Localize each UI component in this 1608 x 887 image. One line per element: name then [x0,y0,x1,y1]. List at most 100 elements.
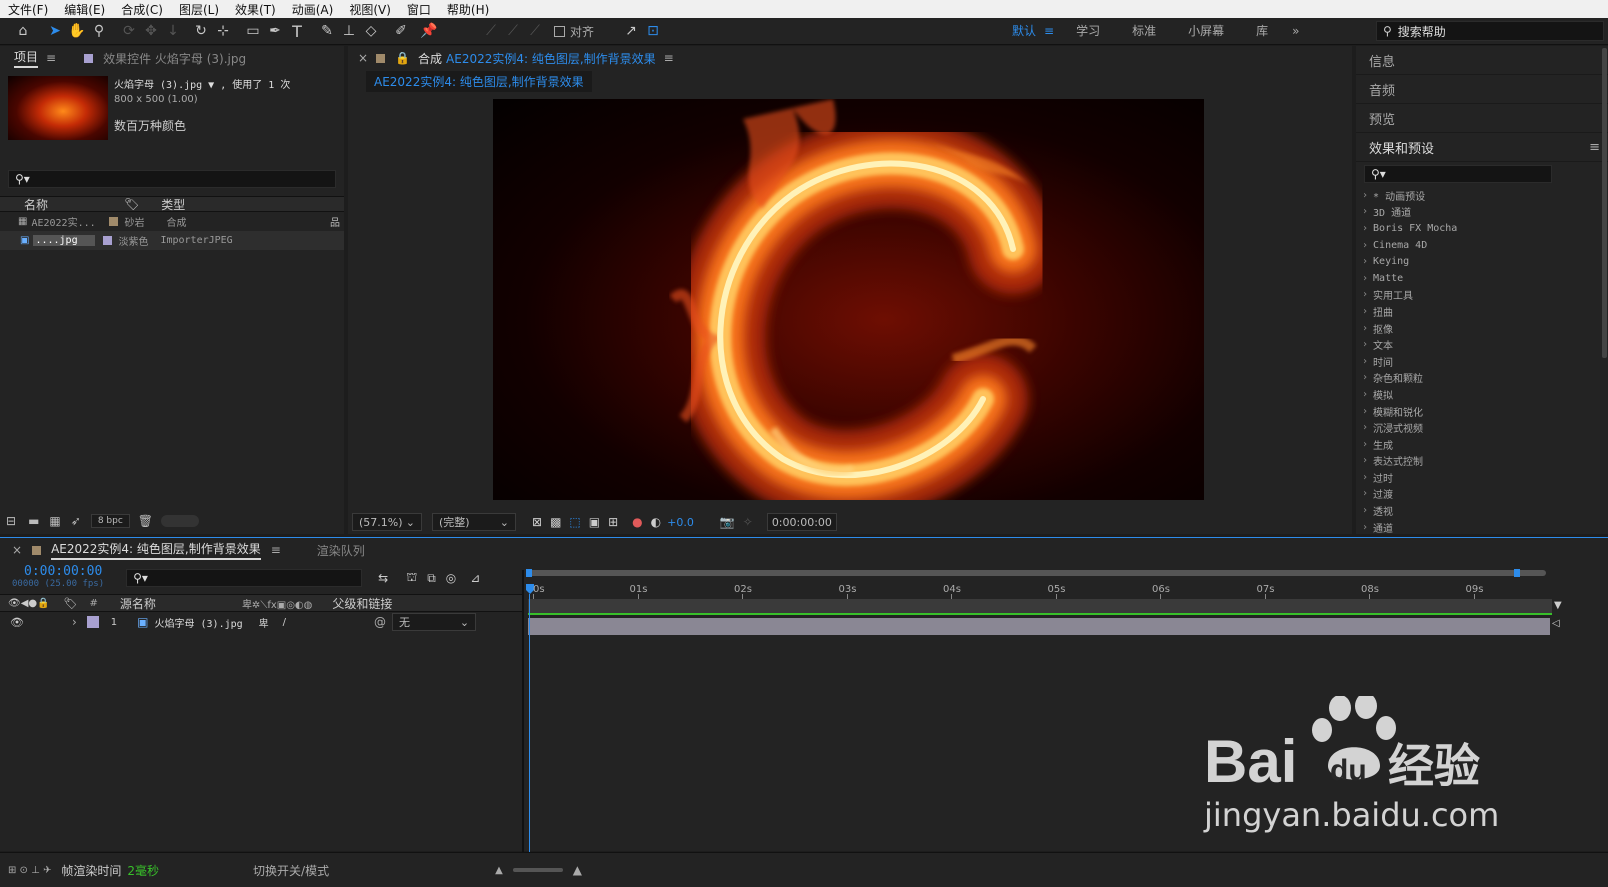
panel-menu-icon[interactable]: ≡ [664,51,674,65]
effect-category-item[interactable]: › 透视 [1356,502,1608,519]
breadcrumb[interactable]: AE2022实例4: 纯色图层,制作背景效果 [366,70,592,92]
menu-effect[interactable]: 效果(T) [235,1,276,18]
audio-panel-tab[interactable]: 音频 [1356,75,1608,104]
effect-category-item[interactable]: › 通道 [1356,519,1608,536]
rotation-tool-icon[interactable]: ↻ [190,20,212,42]
graph-editor-icon[interactable]: ⊿ [470,571,480,585]
pen-tool-icon[interactable]: ✒ [264,20,286,42]
menu-window[interactable]: 窗口 [407,1,431,18]
layer-label-swatch[interactable] [86,616,99,628]
layer-duration-bar[interactable] [528,618,1550,635]
zoom-tool-icon[interactable]: ⚲ [88,20,110,42]
exposure-value[interactable]: +0.0 [667,516,694,529]
column-type[interactable]: 类型 [161,196,185,213]
lock-icon[interactable]: 🔒 [395,51,410,65]
workspace-default[interactable]: 默认 [1012,22,1036,39]
workspace-learn[interactable]: 学习 [1076,22,1100,39]
axis-world-icon[interactable]: ⟋ [502,20,524,42]
effect-category-item[interactable]: › 模拟 [1356,386,1608,403]
effect-category-item[interactable]: › 时间 [1356,353,1608,370]
effects-search[interactable]: ⚲▾ [1364,165,1552,183]
shy-layers-icon[interactable]: ⧉ [427,571,436,586]
timeline-search[interactable]: ⚲▾ [126,569,363,587]
snap-options-icon[interactable]: ↗ [620,20,642,42]
workspace-menu-icon[interactable]: ≡ [1044,24,1054,38]
flowchart-icon[interactable]: 品 [330,214,340,229]
grid-guides-icon[interactable]: ⊞ [608,515,618,529]
clone-stamp-tool-icon[interactable]: ⊥ [338,20,360,42]
transparency-grid-icon[interactable]: ▩ [550,515,561,529]
navigator-end-handle[interactable] [1514,569,1520,577]
preview-panel-tab[interactable]: 预览 [1356,104,1608,133]
menu-edit[interactable]: 编辑(E) [64,1,105,18]
anchor-point-tool-icon[interactable]: ⊹ [212,20,234,42]
snap-checkbox[interactable] [554,25,565,37]
effect-category-item[interactable]: › 表达式控制 [1356,453,1608,470]
draft-3d-icon[interactable]: ⛫ [406,570,417,586]
panel-menu-icon[interactable]: ≡ [271,543,281,557]
zoom-dropdown[interactable]: (57.1%) ⌄ [352,513,422,531]
layer-end-icon[interactable]: ◁ [1552,618,1560,629]
column-source-name[interactable]: 源名称 [120,595,156,612]
tab-timeline-composition[interactable]: AE2022实例4: 纯色图层,制作背景效果 [51,540,261,560]
status-icons[interactable]: ⊞ ⊙ ⊥ ✈ [8,865,51,876]
work-area-end-icon[interactable]: ▼ [1554,600,1562,611]
effect-category-item[interactable]: › 扭曲 [1356,303,1608,320]
new-composition-icon[interactable]: ▦ [49,514,60,528]
snap-toggle[interactable]: 对齐 [554,23,594,40]
hand-tool-icon[interactable]: ✋ [66,20,88,42]
project-item-row[interactable]: ▣ ....jpg 淡紫色 ImporterJPEG [0,231,344,250]
bit-depth-button[interactable]: 8 bpc [90,514,130,528]
parent-dropdown[interactable]: 无 ⌄ [392,613,477,631]
pan-camera-icon[interactable]: ✥ [140,20,162,42]
timeline-current-time[interactable]: 0:00:00:00 [24,565,104,578]
orbit-camera-icon[interactable]: ⟳ [118,20,140,42]
selection-tool-icon[interactable]: ➤ [44,20,66,42]
resolution-dropdown[interactable]: (完整) ⌄ [432,513,516,531]
panel-menu-icon[interactable]: ≡ [46,51,56,65]
column-name[interactable]: 名称 [24,196,102,213]
timeline-zoom-slider[interactable] [512,868,563,872]
region-of-interest-icon[interactable]: ▣ [589,515,600,529]
menu-view[interactable]: 视图(V) [349,1,391,18]
effect-category-item[interactable]: › 杂色和颗粒 [1356,370,1608,387]
close-icon[interactable]: × [12,543,22,557]
time-ruler[interactable] [526,578,1552,598]
effect-category-item[interactable]: › 过渡 [1356,486,1608,503]
composition-mini-flowchart-icon[interactable]: ⇆ [378,571,388,585]
expand-layer-icon[interactable]: › [72,615,77,629]
effect-category-item[interactable]: › 抠像 [1356,320,1608,337]
project-search[interactable]: ⚲▾ [8,170,336,188]
composition-viewer[interactable] [493,99,1204,500]
type-tool-icon[interactable]: T [286,20,308,42]
layer-name[interactable]: 火焰字母 (3).jpg [155,615,243,630]
effect-category-item[interactable]: › 模糊和锐化 [1356,403,1608,420]
snap-grid-icon[interactable]: ⊡ [642,20,664,42]
tab-effect-controls[interactable]: 效果控件 火焰字母 (3).jpg [103,50,246,67]
menu-help[interactable]: 帮助(H) [447,1,489,18]
workspace-overflow-icon[interactable]: » [1292,24,1299,38]
roto-brush-tool-icon[interactable]: ✐ [390,20,412,42]
color-management-icon[interactable]: ◐ [651,515,661,529]
workspace-small-screen[interactable]: 小屏幕 [1188,22,1224,39]
puppet-pin-tool-icon[interactable]: 📌 [418,20,440,42]
layer-shy-switch[interactable]: 卑 [259,615,269,630]
effect-category-item[interactable]: › 沉浸式视频 [1356,419,1608,436]
zoom-out-icon[interactable]: ▲ [495,865,503,876]
eraser-tool-icon[interactable]: ◇ [360,20,382,42]
color-channels-icon[interactable]: ● [632,515,642,529]
panel-menu-icon[interactable]: ≡ [1589,140,1600,155]
layer-row[interactable]: 👁 › 1 ▣ 火焰字母 (3).jpg 卑 / @ 无 ⌄ [0,612,522,632]
menu-animation[interactable]: 动画(A) [292,1,334,18]
effect-category-item[interactable]: › Matte [1356,270,1608,287]
timeline-divider[interactable] [522,570,524,852]
av-switches-icon[interactable]: 👁◀●🔒 [8,598,50,609]
dolly-camera-icon[interactable]: ↓ [162,20,184,42]
thumbnail-zoom-slider[interactable] [161,515,200,527]
trash-icon[interactable]: 🗑 [138,514,153,528]
close-icon[interactable]: × [358,51,368,65]
workspace-libraries[interactable]: 库 [1256,22,1268,39]
frame-blending-icon[interactable]: ◎ [446,571,456,585]
show-snapshot-icon[interactable]: ✧ [743,515,753,529]
mask-path-icon[interactable]: ⬚ [569,515,580,529]
